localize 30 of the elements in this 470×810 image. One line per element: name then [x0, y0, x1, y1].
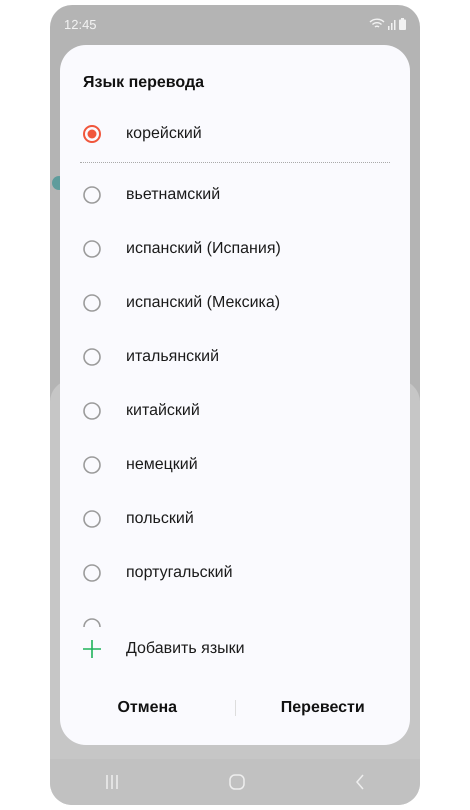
add-languages-button[interactable]: Добавить языки: [60, 627, 410, 671]
dialog-title: Язык перевода: [83, 74, 204, 92]
radio-button[interactable]: [83, 186, 101, 204]
radio-button[interactable]: [83, 402, 101, 420]
status-time: 12:45: [64, 16, 97, 32]
radio-button[interactable]: [83, 240, 101, 258]
language-option[interactable]: корейский: [60, 107, 410, 161]
language-option[interactable]: польский: [60, 492, 410, 546]
radio-button[interactable]: [83, 294, 101, 312]
radio-button[interactable]: [83, 456, 101, 474]
language-option[interactable]: итальянский: [60, 330, 410, 384]
radio-button[interactable]: [83, 564, 101, 582]
radio-button[interactable]: [83, 348, 101, 366]
language-option[interactable]: китайский: [60, 384, 410, 438]
dialog-button[interactable]: Отмена: [60, 689, 234, 727]
recent-apps-icon[interactable]: [105, 774, 119, 790]
language-option[interactable]: немецкий: [60, 438, 410, 492]
language-option[interactable]: португальский: [60, 546, 410, 600]
language-option[interactable]: испанский (Испания): [60, 222, 410, 276]
language-option[interactable]: испанский (Мексика): [60, 276, 410, 330]
dialog-button[interactable]: Перевести: [236, 689, 410, 727]
back-icon[interactable]: [355, 774, 365, 790]
wifi-icon: [369, 18, 385, 30]
language-option[interactable]: вьетнамский: [60, 168, 410, 222]
home-icon[interactable]: [229, 774, 245, 790]
plus-icon: [83, 640, 101, 658]
signal-icon: [388, 18, 396, 30]
battery-icon: [399, 18, 406, 30]
radio-button[interactable]: [83, 510, 101, 528]
radio-button[interactable]: [83, 125, 101, 143]
